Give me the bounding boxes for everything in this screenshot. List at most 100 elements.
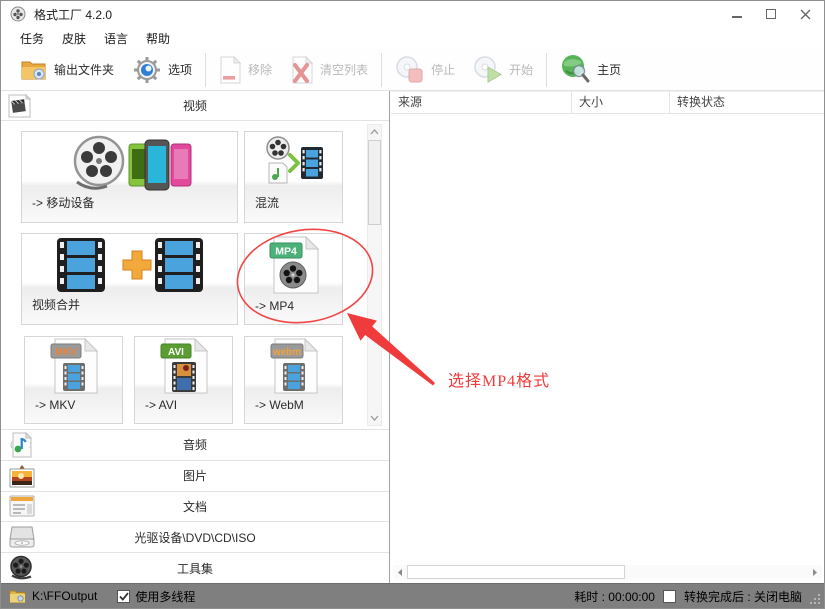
chevron-left-icon (397, 568, 403, 577)
picture-icon (9, 464, 35, 488)
toolbar-separator (381, 53, 382, 87)
webm-badge-text: webm (271, 347, 300, 358)
menu-help[interactable]: 帮助 (137, 28, 179, 49)
category-document-label: 文档 (1, 498, 389, 515)
output-path-button[interactable]: K:\FFOutput (9, 589, 97, 603)
card-avi[interactable]: AVI (134, 336, 233, 424)
video-section-label: 视频 (1, 97, 389, 114)
scrollbar-thumb[interactable] (368, 140, 381, 225)
start-icon (473, 55, 503, 84)
multithread-checkbox[interactable] (117, 590, 130, 603)
folder-small-icon (9, 589, 26, 603)
minimize-button[interactable] (720, 1, 754, 27)
output-folder-label: 输出文件夹 (54, 61, 114, 78)
toolset-reel-icon (9, 556, 34, 581)
options-button[interactable]: 选项 (123, 52, 201, 88)
card-video-merge[interactable]: 视频合并 (21, 233, 238, 325)
maximize-icon (766, 9, 776, 19)
scroll-down-button[interactable] (368, 411, 381, 425)
card-mux[interactable]: 混流 (244, 131, 343, 223)
card-mkv[interactable]: MKV -> MKV (24, 336, 123, 424)
hscrollbar-thumb[interactable] (407, 565, 625, 579)
toolbar: 输出文件夹 选项 移除 (1, 49, 824, 91)
category-picture[interactable]: 图片 (1, 460, 389, 491)
stop-label: 停止 (431, 61, 455, 78)
category-document[interactable]: 文档 (1, 491, 389, 522)
webm-file-icon: webm (245, 337, 342, 395)
card-mobile-device-label: -> 移动设备 (32, 194, 94, 211)
chevron-right-icon (812, 568, 818, 577)
card-mkv-label: -> MKV (35, 398, 75, 412)
document-icon (9, 495, 35, 517)
remove-label: 移除 (248, 61, 272, 78)
clear-list-button[interactable]: 清空列表 (281, 52, 377, 88)
category-audio-label: 音频 (1, 436, 389, 453)
home-button[interactable]: 主页 (551, 52, 630, 88)
category-optical[interactable]: 光驱设备\DVD\CD\ISO (1, 521, 389, 552)
app-icon (10, 6, 26, 22)
format-factory-window: 格式工厂 4.2.0 任务 皮肤 语言 帮助 输出文件夹 (0, 0, 825, 609)
category-toolset[interactable]: 工具集 (1, 552, 389, 583)
card-mobile-device[interactable]: -> 移动设备 (21, 131, 238, 223)
stop-button[interactable]: 停止 (386, 52, 464, 88)
column-source[interactable]: 来源 (391, 91, 572, 114)
card-webm-label: -> WebM (255, 398, 304, 412)
output-folder-button[interactable]: 输出文件夹 (11, 52, 123, 88)
mkv-badge-text: MKV (54, 347, 77, 358)
mp4-file-icon: MP4 (245, 234, 342, 295)
card-mux-label: 混流 (255, 194, 279, 211)
options-label: 选项 (168, 61, 192, 78)
shutdown-checkbox[interactable] (663, 590, 676, 603)
menu-bar: 任务 皮肤 语言 帮助 (1, 27, 824, 49)
start-button[interactable]: 开始 (464, 52, 542, 88)
task-list-body[interactable] (391, 114, 824, 565)
card-mp4-label: -> MP4 (255, 299, 294, 313)
resize-grip[interactable] (810, 594, 821, 605)
remove-document-icon (219, 56, 242, 84)
card-webm[interactable]: webm -> WebM (244, 336, 343, 424)
clear-list-label: 清空列表 (320, 61, 368, 78)
video-format-grid: -> 移动设备 (1, 121, 389, 429)
video-merge-icon (22, 234, 237, 295)
mobile-device-icon (22, 132, 237, 193)
task-list-header: 来源 大小 转换状态 (391, 91, 824, 114)
output-path-text: K:\FFOutput (32, 589, 97, 603)
column-status[interactable]: 转换状态 (670, 91, 824, 114)
category-picture-label: 图片 (1, 467, 389, 484)
close-button[interactable] (788, 1, 822, 27)
remove-button[interactable]: 移除 (210, 52, 281, 88)
avi-file-icon: AVI (135, 337, 232, 395)
menu-language[interactable]: 语言 (95, 28, 137, 49)
card-mp4[interactable]: MP4 -> MP4 (244, 233, 343, 325)
video-section-header[interactable]: 视频 (1, 91, 389, 121)
close-icon (800, 9, 811, 20)
multithread-label: 使用多线程 (135, 588, 195, 605)
task-list-panel: 来源 大小 转换状态 (391, 91, 824, 583)
stop-icon (395, 55, 425, 84)
output-folder-icon (20, 58, 48, 82)
scroll-right-button[interactable] (808, 565, 822, 580)
mp4-badge-text: MP4 (275, 245, 297, 257)
multithread-option[interactable]: 使用多线程 (117, 588, 195, 605)
audio-icon (9, 432, 33, 458)
checkmark-icon (119, 592, 129, 601)
video-grid-scrollbar[interactable] (367, 124, 382, 426)
menu-task[interactable]: 任务 (11, 28, 53, 49)
card-video-merge-label: 视频合并 (32, 296, 80, 313)
scroll-up-button[interactable] (368, 125, 381, 139)
home-label: 主页 (597, 61, 621, 78)
window-title: 格式工厂 4.2.0 (34, 6, 112, 23)
chevron-up-icon (370, 129, 379, 135)
menu-skin[interactable]: 皮肤 (53, 28, 95, 49)
clear-list-icon (290, 56, 314, 84)
shutdown-label: 转换完成后 : 关闭电脑 (684, 588, 802, 605)
scroll-left-button[interactable] (393, 565, 407, 580)
avi-badge-text: AVI (168, 347, 184, 358)
column-size[interactable]: 大小 (572, 91, 670, 114)
task-list-hscrollbar[interactable] (393, 565, 822, 580)
category-audio[interactable]: 音频 (1, 429, 389, 460)
toolbar-separator (205, 53, 206, 87)
home-globe-icon (560, 54, 591, 85)
format-panel: 视频 (1, 91, 390, 583)
maximize-button[interactable] (754, 1, 788, 27)
